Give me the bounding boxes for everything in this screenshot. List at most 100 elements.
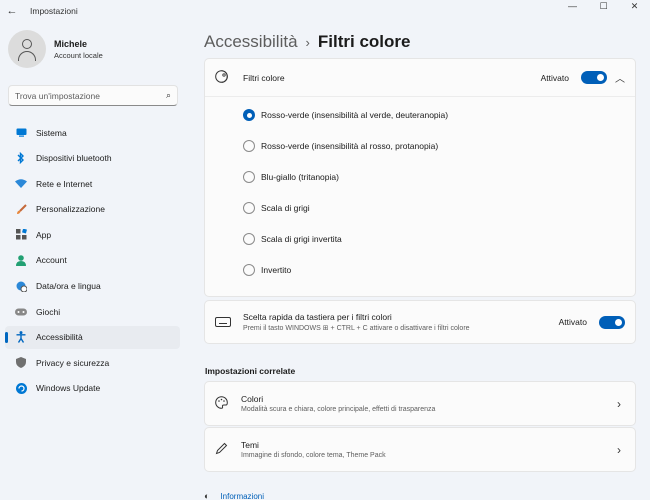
sidebar-item-label: App — [36, 229, 52, 240]
sidebar-item-label: Rete e Internet — [36, 178, 93, 189]
filter-option-inverted[interactable]: Invertito — [243, 264, 448, 295]
shortcut-toggle[interactable] — [599, 315, 625, 329]
sidebar-item-data-ora[interactable]: Data/ora e lingua — [5, 275, 180, 298]
filter-option-inverted-grayscale[interactable]: Scala di grigi invertita — [243, 233, 448, 264]
sidebar-nav: Sistema Dispositivi bluetooth Rete e Int… — [5, 121, 180, 403]
brush-icon — [15, 203, 27, 215]
radio-button[interactable] — [243, 109, 255, 121]
system-icon — [15, 127, 27, 139]
apps-icon — [15, 229, 27, 241]
sidebar-item-bluetooth[interactable]: Dispositivi bluetooth — [5, 147, 180, 170]
filter-options-list: Rosso-verde (insensibilità al verde, deu… — [243, 109, 448, 295]
color-filters-card: Filtri colore Attivato ︿ Rosso-verde (in… — [204, 58, 636, 297]
window-controls: — ☐ ✕ — [557, 0, 650, 14]
accessibility-icon — [15, 331, 27, 344]
close-button[interactable]: ✕ — [619, 0, 650, 12]
wifi-icon — [15, 178, 27, 190]
minimize-button[interactable]: — — [557, 0, 588, 12]
color-filters-state-label: Attivato — [540, 72, 569, 83]
help-icon: ◐ — [204, 491, 210, 500]
profile-name: Michele — [54, 38, 88, 49]
user-profile[interactable]: Michele Account locale — [8, 30, 103, 68]
shortcut-description: Premi il tasto WINDOWS ⊞ + CTRL + C atti… — [243, 325, 470, 332]
sidebar-item-label: Accessibilità — [36, 332, 83, 343]
sidebar-item-label: Privacy e sicurezza — [36, 357, 110, 368]
related-item-title: Colori — [241, 394, 264, 404]
sidebar-item-sistema[interactable]: Sistema — [5, 121, 180, 144]
filter-option-label: Rosso-verde (insensibilità al rosso, pro… — [261, 141, 439, 151]
info-link[interactable]: ◐ Informazioni — [204, 491, 264, 500]
related-themes-link[interactable]: Temi Immagine di sfondo, colore tema, Th… — [204, 427, 636, 472]
color-filters-header[interactable]: Filtri colore Attivato ︿ — [205, 59, 635, 97]
keyboard-icon — [215, 317, 231, 327]
filter-option-label: Invertito — [261, 265, 292, 275]
filter-option-tritanopia[interactable]: Blu-giallo (tritanopia) — [243, 171, 448, 202]
account-icon — [15, 254, 27, 266]
profile-account-type: Account locale — [54, 50, 103, 60]
breadcrumb-separator-icon: › — [305, 34, 310, 50]
radio-button[interactable] — [243, 264, 255, 276]
related-item-title: Temi — [241, 440, 259, 450]
sidebar-item-personalizzazione[interactable]: Personalizzazione — [5, 198, 180, 221]
update-icon — [15, 382, 27, 394]
gamepad-icon — [15, 306, 27, 318]
title-bar: ← Impostazioni — ☐ ✕ — [0, 0, 650, 22]
shortcut-state-label: Attivato — [558, 317, 587, 327]
info-link-label: Informazioni — [220, 491, 265, 500]
sidebar-item-label: Giochi — [36, 306, 61, 317]
filter-option-label: Blu-giallo (tritanopia) — [261, 172, 339, 182]
maximize-button[interactable]: ☐ — [588, 0, 619, 12]
sidebar-item-label: Data/ora e lingua — [36, 281, 101, 292]
keyboard-shortcut-card: Scelta rapida da tastiera per i filtri c… — [204, 300, 636, 344]
search-icon[interactable]: ⌕ — [166, 90, 171, 101]
sidebar-item-label: Sistema — [36, 127, 67, 138]
related-colors-link[interactable]: Colori Modalità scura e chiara, colore p… — [204, 381, 636, 426]
sidebar-item-account[interactable]: Account — [5, 249, 180, 272]
avatar-shoulders-shape — [18, 51, 36, 61]
shortcut-title: Scelta rapida da tastiera per i filtri c… — [243, 312, 392, 322]
sidebar-item-privacy[interactable]: Privacy e sicurezza — [5, 351, 180, 374]
sidebar-item-label: Personalizzazione — [36, 204, 105, 215]
radio-button[interactable] — [243, 171, 255, 183]
chevron-right-icon: › — [617, 442, 621, 457]
filter-option-label: Rosso-verde (insensibilità al verde, deu… — [261, 110, 449, 120]
filter-option-deuteranopia[interactable]: Rosso-verde (insensibilità al verde, deu… — [243, 109, 448, 140]
avatar-head-shape — [22, 39, 32, 49]
pen-icon — [215, 442, 231, 458]
chevron-up-icon[interactable]: ︿ — [615, 70, 625, 85]
globe-clock-icon — [15, 280, 27, 292]
app-title: Impostazioni — [30, 6, 78, 16]
bluetooth-icon — [15, 152, 27, 165]
sidebar-item-giochi[interactable]: Giochi — [5, 300, 180, 323]
palette-icon — [215, 395, 231, 412]
filter-option-grayscale[interactable]: Scala di grigi — [243, 202, 448, 233]
related-settings-heading: Impostazioni correlate — [205, 366, 296, 376]
back-arrow-icon: ← — [6, 5, 18, 17]
sidebar-item-rete[interactable]: Rete e Internet — [5, 172, 180, 195]
radio-button[interactable] — [243, 140, 255, 152]
related-item-description: Immagine di sfondo, colore tema, Theme P… — [241, 452, 386, 459]
sidebar-item-accessibilita[interactable]: Accessibilità — [5, 325, 180, 349]
page-title: Filtri colore — [317, 32, 411, 51]
sidebar-item-label: Dispositivi bluetooth — [36, 153, 112, 164]
avatar — [8, 30, 46, 68]
chevron-right-icon: › — [617, 396, 621, 411]
filter-option-label: Scala di grigi — [261, 203, 310, 213]
sidebar-item-app[interactable]: App — [5, 223, 180, 246]
radio-button[interactable] — [243, 233, 255, 245]
search-placeholder: Trova un'impostazione — [15, 90, 100, 101]
sidebar-item-label: Windows Update — [36, 383, 101, 394]
search-input[interactable]: Trova un'impostazione ⌕ — [8, 85, 178, 106]
back-button[interactable]: ← — [0, 0, 24, 22]
breadcrumb-parent-link[interactable]: Accessibilità — [204, 32, 298, 52]
related-item-description: Modalità scura e chiara, colore principa… — [241, 406, 436, 413]
sidebar-item-windows-update[interactable]: Windows Update — [5, 377, 180, 400]
color-filters-title: Filtri colore — [243, 72, 285, 83]
shield-icon — [15, 357, 27, 369]
filter-option-protanopia[interactable]: Rosso-verde (insensibilità al rosso, pro… — [243, 140, 448, 171]
color-filter-icon — [215, 69, 231, 86]
radio-button[interactable] — [243, 202, 255, 214]
sidebar-item-label: Account — [36, 255, 67, 266]
color-filters-toggle[interactable] — [581, 71, 607, 84]
breadcrumb: Accessibilità › Filtri colore — [204, 32, 410, 52]
